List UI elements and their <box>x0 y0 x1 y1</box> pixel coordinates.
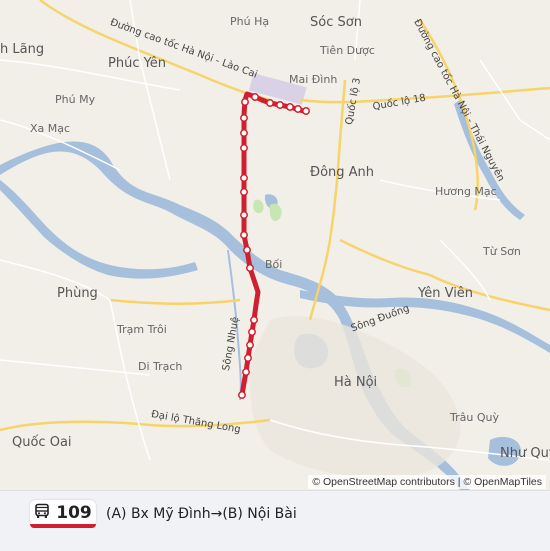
route-badge: 109 <box>30 500 96 526</box>
place-label: Xa Mạc <box>30 122 71 135</box>
route-stop <box>246 341 254 349</box>
place-label: Tiên Dược <box>320 44 375 57</box>
river-west <box>0 180 198 279</box>
place-label: Yên Viên <box>418 286 474 301</box>
route-stop <box>276 101 284 109</box>
place-label: Trạm Trôi <box>117 323 167 336</box>
place-label: Trâu Quỳ <box>450 411 499 424</box>
route-stop <box>302 107 310 115</box>
route-stop <box>240 144 248 152</box>
route-stop <box>286 103 294 111</box>
place-label: Như Quỳ <box>500 446 550 461</box>
bus-icon <box>34 503 50 523</box>
place-label: Đông Anh <box>310 165 375 180</box>
place-label: Từ Sơn <box>483 245 521 258</box>
park-3 <box>253 199 264 214</box>
place-label: Phú My <box>55 93 96 106</box>
route-stop <box>240 231 248 239</box>
place-label: Sóc Sơn <box>310 15 362 30</box>
route-number: 109 <box>56 503 92 523</box>
route-stop <box>251 93 259 101</box>
route-stop <box>240 211 248 219</box>
route-stop <box>240 114 248 122</box>
route-stop <box>244 354 252 362</box>
route-stop <box>240 188 248 196</box>
route-stop <box>250 316 258 324</box>
urban-area <box>250 316 461 479</box>
route-stop <box>294 105 302 113</box>
place-label: Hương Mạc <box>435 185 497 198</box>
route-stop <box>243 246 251 254</box>
place-label: Mai Đình <box>289 73 338 86</box>
route-stop <box>241 98 249 106</box>
place-label: Hà Nội <box>334 375 378 390</box>
route-stop <box>242 368 250 376</box>
route-name: (A) Bx Mỹ Đình→(B) Nội Bài <box>106 506 297 522</box>
place-label: Phú Hạ <box>230 15 270 28</box>
route-stop <box>240 174 248 182</box>
park <box>269 203 282 222</box>
place-label: Phúc Yên <box>108 56 167 71</box>
place-label: Bối <box>265 258 283 271</box>
route-stop <box>266 99 274 107</box>
place-label: Di Trạch <box>138 360 183 373</box>
map-attribution[interactable]: © OpenStreetMap contributors | © OpenMap… <box>308 475 546 489</box>
place-label: Phùng <box>57 286 98 301</box>
place-label: h Lãng <box>0 42 45 57</box>
place-label: Quốc Oai <box>12 435 72 450</box>
route-stop <box>238 391 246 399</box>
route-color-bar <box>30 524 96 528</box>
map-view[interactable]: Phú Hạ Sóc Sơn h Lãng Phúc Yên Tiên Dược… <box>0 0 550 490</box>
route-stop <box>248 328 256 336</box>
route-stop <box>246 264 254 272</box>
route-stop <box>240 129 248 137</box>
